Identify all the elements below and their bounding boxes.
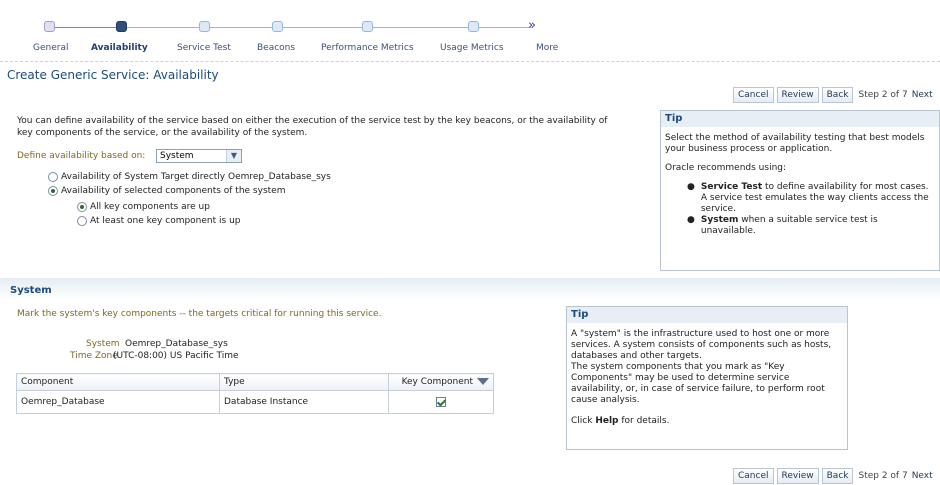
back-button[interactable]: Back bbox=[821, 468, 854, 484]
radio-one-key-component[interactable] bbox=[77, 216, 87, 226]
cancel-button[interactable]: Cancel bbox=[733, 468, 774, 484]
next-button[interactable]: Next bbox=[912, 471, 933, 481]
system-instruction: Mark the system's key components -- the … bbox=[17, 309, 382, 319]
tip-body: Select the method of availability testin… bbox=[661, 127, 939, 243]
tip-title: Tip bbox=[567, 307, 847, 323]
timezone-value: (UTC-08:00) US Pacific Time bbox=[113, 351, 239, 361]
define-availability-value: System bbox=[160, 151, 194, 161]
tip-title: Tip bbox=[661, 111, 939, 127]
tip-text: A "system" is the infrastructure used to… bbox=[571, 329, 832, 361]
train-step-beacons-dot bbox=[272, 21, 283, 32]
type-cell: Database Instance bbox=[219, 390, 389, 414]
top-navigation-bar: Cancel Review Back Step 2 of 7 Next bbox=[733, 86, 933, 104]
train-step-service-test-dot bbox=[199, 21, 210, 32]
sort-descending-icon[interactable] bbox=[477, 378, 489, 385]
tip-bullet-bold: System bbox=[700, 215, 739, 225]
cancel-button[interactable]: Cancel bbox=[733, 87, 774, 103]
back-button[interactable]: Back bbox=[821, 87, 854, 103]
table-row: Oemrep_Database Database Instance bbox=[16, 390, 494, 414]
availability-description: You can define availability of the servi… bbox=[17, 116, 608, 138]
tip-help-pre: Click bbox=[571, 416, 596, 426]
define-availability-label: Define availability based on: bbox=[17, 151, 146, 161]
step-indicator: Step 2 of 7 bbox=[858, 90, 908, 100]
tip-text: Select the method of availability testin… bbox=[665, 133, 925, 154]
tip-bullet: ● Service Test to define availability fo… bbox=[687, 182, 935, 215]
review-button[interactable]: Review bbox=[776, 468, 819, 484]
bottom-navigation-bar: Cancel Review Back Step 2 of 7 Next bbox=[733, 467, 933, 485]
radio-system-target[interactable] bbox=[48, 172, 58, 182]
radio-selected-components-label: Availability of selected components of t… bbox=[61, 186, 286, 196]
radio-all-key-components[interactable] bbox=[77, 202, 87, 212]
define-availability-select[interactable]: System ▼ bbox=[156, 149, 242, 163]
train-connector bbox=[51, 27, 121, 28]
bullet-icon: ● bbox=[687, 215, 695, 225]
bullet-icon: ● bbox=[687, 182, 695, 192]
system-value: Oemrep_Database_sys bbox=[125, 339, 228, 349]
train-step-performance-metrics-dot bbox=[362, 21, 373, 32]
next-button[interactable]: Next bbox=[912, 90, 933, 100]
section-header-bar bbox=[0, 278, 940, 300]
column-header-type[interactable]: Type bbox=[219, 373, 389, 391]
radio-one-key-component-label: At least one key component is up bbox=[90, 216, 241, 226]
train-step-availability-dot bbox=[116, 21, 127, 32]
column-header-component[interactable]: Component bbox=[16, 373, 220, 391]
divider bbox=[0, 61, 940, 62]
step-indicator: Step 2 of 7 bbox=[858, 471, 908, 481]
help-link[interactable]: Help bbox=[595, 416, 618, 426]
train-step-general-dot[interactable] bbox=[44, 21, 55, 32]
tip-help-line: Click Help for details. bbox=[571, 416, 843, 427]
timezone-label: Time Zone bbox=[70, 351, 118, 361]
components-table: Component Type Key Component Oemrep_Data… bbox=[16, 373, 494, 414]
section-title-system: System bbox=[10, 285, 52, 296]
radio-selected-components[interactable] bbox=[48, 186, 58, 196]
chevron-down-icon[interactable]: ▼ bbox=[226, 150, 241, 162]
radio-system-target-label: Availability of System Target directly O… bbox=[61, 172, 331, 182]
tip-bullet-text: System when a suitable service test is u… bbox=[701, 215, 935, 237]
train-step-availability: Availability bbox=[91, 43, 148, 53]
tip-body: A "system" is the infrastructure used to… bbox=[567, 323, 847, 433]
tip-bullet-bold: Service Test bbox=[700, 182, 763, 192]
tip-panel-system: Tip A "system" is the infrastructure use… bbox=[566, 306, 848, 450]
table-header-row: Component Type Key Component bbox=[16, 373, 494, 391]
tip-bullet-text: Service Test to define availability for … bbox=[701, 182, 935, 215]
column-header-key-component[interactable]: Key Component bbox=[388, 373, 494, 391]
column-header-key-component-label: Key Component bbox=[401, 377, 473, 387]
page-title: Create Generic Service: Availability bbox=[7, 68, 219, 82]
tip-bullet: ● System when a suitable service test is… bbox=[687, 215, 935, 237]
tip-text: The system components that you mark as "… bbox=[571, 362, 825, 405]
review-button[interactable]: Review bbox=[776, 87, 819, 103]
tip-help-post: for details. bbox=[618, 416, 670, 426]
tip-text: Oracle recommends using: bbox=[665, 163, 787, 173]
train-step-performance-metrics: Performance Metrics bbox=[321, 43, 414, 53]
component-cell: Oemrep_Database bbox=[16, 390, 220, 414]
train-step-usage-metrics-dot bbox=[468, 21, 479, 32]
train-step-usage-metrics: Usage Metrics bbox=[440, 43, 504, 53]
train-step-service-test: Service Test bbox=[177, 43, 231, 53]
train-step-general[interactable]: General bbox=[33, 43, 68, 53]
system-label: System bbox=[86, 339, 120, 349]
train-step-beacons: Beacons bbox=[257, 43, 296, 53]
tip-panel-availability: Tip Select the method of availability te… bbox=[660, 110, 940, 271]
double-chevron-right-icon: » bbox=[528, 18, 536, 33]
train-step-more: More bbox=[536, 43, 559, 53]
key-component-cell bbox=[388, 390, 494, 414]
key-component-checkbox[interactable] bbox=[436, 396, 446, 407]
radio-all-key-components-label: All key components are up bbox=[90, 202, 210, 212]
